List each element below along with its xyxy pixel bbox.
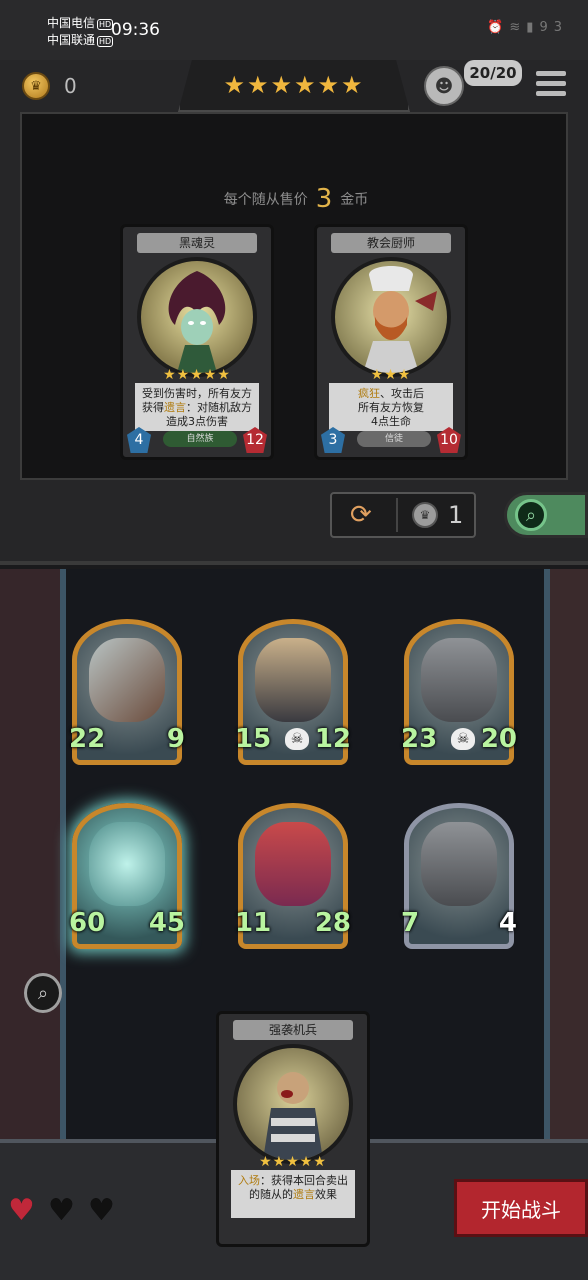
player-avatar[interactable]: ☻ — [424, 66, 464, 106]
shop-panel: 每个随从售价 3 金币 黑魂灵 ★★★★★ 受到伤害时，所有友方 获得遗言：对随机敌… — [20, 112, 568, 480]
iron-golem-art — [421, 638, 497, 722]
board-minion-6[interactable]: 7 4 — [401, 803, 517, 949]
wifi-icon: ≋ — [509, 20, 527, 35]
card-text: 疯狂、攻击后 所有友方恢复 4点生命 — [329, 383, 453, 431]
gold-value: 0 — [64, 74, 77, 98]
brute-art — [255, 638, 331, 722]
magnifier-icon: ⌕ — [37, 982, 49, 1004]
inspect-button[interactable]: ⌕ — [24, 973, 62, 1013]
search-icon: ⌕ — [515, 499, 547, 531]
ghost-maw-art — [89, 822, 165, 906]
heart-icon: ♥ — [88, 1193, 115, 1228]
airship-art — [89, 638, 165, 722]
start-battle-button[interactable]: 开始战斗 — [454, 1179, 588, 1237]
card-tribe: 自然族 — [163, 431, 237, 447]
carrier-1: 中国电信 HD — [47, 16, 114, 30]
card-stars: ★★★★★ — [259, 1154, 327, 1170]
heart-icon: ♥ — [8, 1193, 35, 1228]
minion-health: 9 — [166, 724, 185, 754]
tavern-tier-tab: ★★★★★★ — [178, 60, 410, 112]
carrier-2: 中国联通 HD — [47, 33, 114, 47]
coin-cost-icon: ♛ — [412, 502, 438, 528]
board-minion-4[interactable]: 60 45 — [69, 803, 185, 949]
board-minion-1[interactable]: 22 9 — [69, 619, 185, 765]
minion-health: 4 — [498, 908, 517, 938]
deathrattle-skull-icon: ☠ — [285, 728, 309, 750]
minion-attack: 15 — [235, 724, 272, 754]
heart-icon: ♥ — [48, 1193, 75, 1228]
sell-price-line: 每个随从售价 3 金币 — [223, 184, 369, 214]
church-chef-art — [363, 266, 437, 373]
board-minion-2[interactable]: ☠ 15 12 — [235, 619, 351, 765]
minion-attack: 60 — [69, 908, 106, 938]
gold-counter: ♛ 0 — [22, 72, 77, 100]
player-health: 20/20 — [464, 60, 522, 86]
card-stars: ★★★★★ — [163, 367, 231, 383]
lives: ♥ ♥ ♥ — [8, 1195, 124, 1227]
status-bar: 中国电信 HD 中国联通 HD 09:36 ⏰≋▮93 — [0, 0, 588, 60]
card-text: 入场：获得本回合卖出 的随从的遗言效果 — [231, 1170, 355, 1218]
minion-attack: 11 — [235, 908, 272, 938]
card-name: 教会厨师 — [331, 233, 451, 253]
minion-health: 28 — [314, 908, 351, 938]
card-portrait — [331, 257, 451, 377]
menu-button[interactable] — [536, 68, 566, 98]
minion-attack: 22 — [69, 724, 106, 754]
dark-spirit-art — [168, 271, 226, 373]
tier-stars: ★★★★★★ — [223, 71, 365, 99]
minion-health: 12 — [314, 724, 351, 754]
alarm-icon: ⏰ — [487, 20, 510, 35]
board-minion-3[interactable]: ☠ 23 20 — [401, 619, 517, 765]
minion-health: 20 — [480, 724, 517, 754]
card-portrait — [233, 1044, 353, 1164]
shop-card-1[interactable]: 黑魂灵 ★★★★★ 受到伤害时，所有友方 获得遗言：对随机敌方 造成3点伤害 4… — [120, 224, 274, 460]
reroll-cost: 1 — [448, 501, 464, 529]
card-stars: ★★★ — [370, 367, 412, 383]
clock: 09:36 — [111, 20, 160, 40]
card-portrait — [137, 257, 257, 377]
assault-mech-art — [263, 1072, 323, 1160]
coin-icon: ♛ — [22, 72, 50, 100]
card-name: 强袭机兵 — [233, 1020, 353, 1040]
deathrattle-skull-icon: ☠ — [451, 728, 475, 750]
board-area: 22 9 ☠ 15 12 ☠ 23 20 60 45 11 28 7 4 ⌕ 强… — [0, 569, 588, 1280]
shop-card-2[interactable]: 教会厨师 ★★★ 疯狂、攻击后 所有友方恢复 4点生命 3 信徒 10 — [314, 224, 468, 460]
clown-art — [255, 822, 331, 906]
board-minion-5[interactable]: 11 28 — [235, 803, 351, 949]
card-text: 受到伤害时，所有友方 获得遗言：对随机敌方 造成3点伤害 — [135, 383, 259, 431]
refresh-icon: ⟳ — [350, 500, 372, 530]
sell-price-value: 3 — [315, 184, 333, 214]
minion-attack: 23 — [401, 724, 438, 754]
shop-area: ♛ 0 ★★★★★★ ☻ 20/20 每个随从售价3金币 黑魂灵 ★★★★★ — [0, 60, 588, 565]
minion-attack: 7 — [401, 908, 420, 938]
hand-card[interactable]: 强袭机兵 ★★★★★ 入场：获得本回合卖出 的随从的遗言效果 — [216, 1011, 370, 1247]
system-icons: ⏰≋▮93 — [487, 20, 568, 35]
battery-icon: 93 — [539, 20, 568, 35]
search-button[interactable]: ⌕ — [504, 492, 588, 538]
card-name: 黑魂灵 — [137, 233, 257, 253]
minion-health: 45 — [148, 908, 185, 938]
card-tribe: 信徒 — [357, 431, 431, 447]
iron-golem-art — [421, 822, 497, 906]
signal-icon: ▮ — [526, 20, 540, 35]
reroll-button[interactable]: ⟳ ♛ 1 — [330, 492, 476, 538]
